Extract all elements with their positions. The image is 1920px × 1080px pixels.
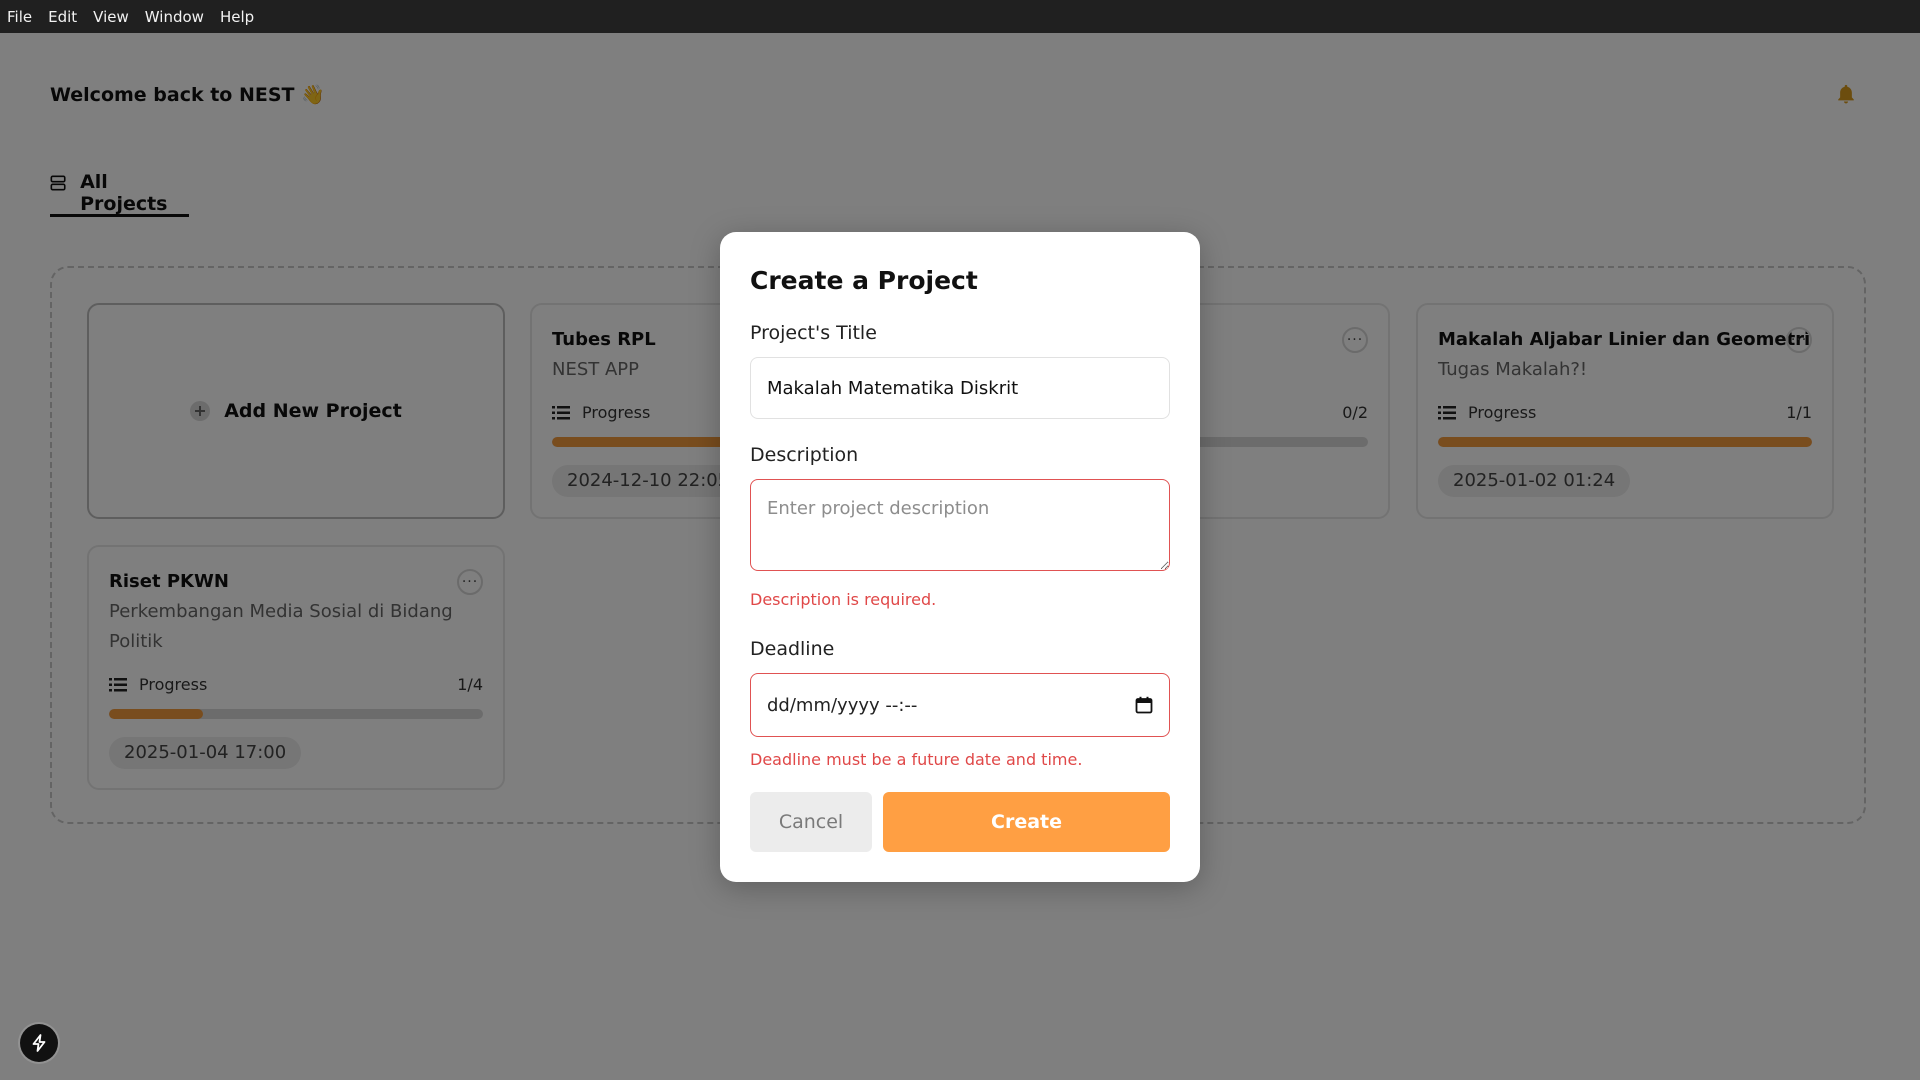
quick-action-button[interactable]: [20, 1024, 58, 1062]
description-textarea[interactable]: [750, 479, 1170, 571]
menu-view[interactable]: View: [85, 8, 137, 26]
lightning-icon: [32, 1034, 46, 1052]
description-error: Description is required.: [750, 590, 937, 609]
dialog-title: Create a Project: [750, 266, 978, 295]
create-button[interactable]: Create: [883, 792, 1170, 852]
menu-file[interactable]: File: [0, 8, 40, 26]
project-title-label: Project's Title: [750, 322, 877, 344]
menu-window[interactable]: Window: [137, 8, 212, 26]
deadline-input[interactable]: dd/mm/yyyy --:--: [750, 673, 1170, 737]
menu-edit[interactable]: Edit: [40, 8, 85, 26]
description-label: Description: [750, 444, 859, 466]
calendar-icon[interactable]: [1135, 696, 1153, 714]
deadline-label: Deadline: [750, 638, 835, 660]
cancel-button[interactable]: Cancel: [750, 792, 872, 852]
menu-bar: File Edit View Window Help: [0, 0, 1920, 33]
project-title-input[interactable]: [750, 357, 1170, 419]
create-project-dialog: Create a Project Project's Title Descrip…: [720, 232, 1200, 882]
menu-help[interactable]: Help: [212, 8, 262, 26]
deadline-error: Deadline must be a future date and time.: [750, 750, 1083, 769]
deadline-placeholder: dd/mm/yyyy --:--: [767, 694, 918, 716]
